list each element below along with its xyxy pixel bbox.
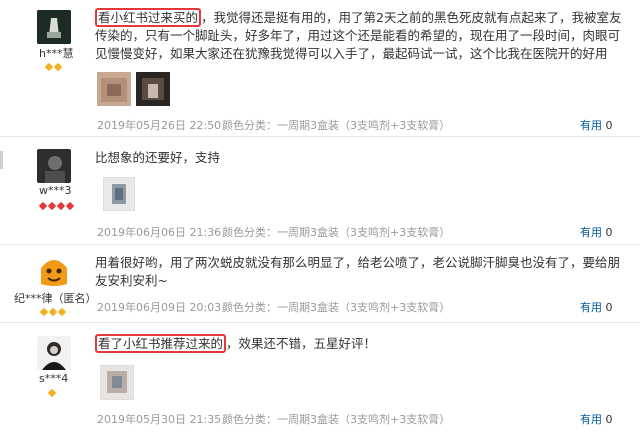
username: 纪***律（匿名） — [14, 292, 97, 305]
photo-thumbnail-icon — [136, 72, 170, 106]
review-meta: 2019年06月06日 21:36颜色分类：一周期3盒装（3支鸣剂+3支软膏） — [97, 224, 450, 240]
level-gem-icon — [47, 201, 57, 211]
review-text: ，效果还不错，五星好评！ — [226, 336, 377, 351]
review-date: 2019年06月06日 21:36 — [97, 226, 222, 239]
useful-label: 有用 — [580, 301, 602, 314]
user-level-badge — [47, 388, 57, 398]
level-gem-icon — [39, 307, 49, 317]
useful-label: 有用 — [580, 226, 602, 239]
highlighted-text: 看了小红书推荐过来的 — [95, 334, 227, 353]
useful-button[interactable]: 有用 0 — [580, 117, 613, 133]
useful-count: 0 — [605, 413, 613, 426]
avatar-image-icon — [37, 149, 71, 183]
username: w***3 — [39, 184, 72, 197]
avatar[interactable] — [37, 254, 71, 288]
review-meta: 2019年05月26日 22:50颜色分类：一周期3盒装（3支鸣剂+3支软膏） — [97, 117, 450, 133]
color-variant: 颜色分类：一周期3盒装（3支鸣剂+3支软膏） — [222, 301, 451, 314]
user-level-badge — [39, 307, 67, 317]
useful-button[interactable]: 有用 0 — [580, 411, 613, 427]
review-item: s***4 看了小红书推荐过来的 ，效果还不错，五星好评！ 2019年05月30日… — [0, 323, 640, 432]
level-gem-icon — [53, 62, 63, 72]
user-level-badge — [44, 62, 63, 72]
review-date: 2019年06月09日 20:03 — [97, 301, 222, 314]
avatar-image-icon — [37, 254, 71, 288]
review-content: 看小红书过来买的 ，我觉得还是挺有用的，用了第2天之前的黑色死皮就有点起来了，我被… — [95, 8, 630, 63]
photo-thumbnail-icon — [104, 178, 134, 210]
review-date: 2019年05月30日 21:35 — [97, 413, 222, 426]
review-meta: 2019年05月30日 21:35颜色分类：一周期3盒装（3支鸣剂+3支软膏） — [97, 411, 450, 427]
color-variant: 颜色分类：一周期3盒装（3支鸣剂+3支软膏） — [222, 413, 451, 426]
avatar[interactable] — [37, 10, 71, 44]
useful-count: 0 — [605, 119, 613, 132]
useful-button[interactable]: 有用 0 — [580, 224, 613, 240]
review-photo[interactable] — [97, 72, 131, 106]
user-level-badge — [38, 201, 75, 211]
useful-button[interactable]: 有用 0 — [580, 299, 613, 315]
review-photo[interactable] — [100, 365, 134, 400]
review-content: 用着很好哟，用了两次蜕皮就没有那么明显了，给老公喷了，老公说脚汗脚臭也没有了，要… — [95, 254, 625, 290]
avatar-image-icon — [37, 336, 71, 370]
review-content: 看了小红书推荐过来的 ，效果还不错，五星好评！ — [95, 334, 630, 353]
useful-label: 有用 — [580, 119, 602, 132]
level-gem-icon — [48, 307, 58, 317]
review-item: 纪***律（匿名） 用着很好哟，用了两次蜕皮就没有那么明显了，给老公喷了，老公说… — [0, 245, 640, 323]
review-text: 用着很好哟，用了两次蜕皮就没有那么明显了，给老公喷了，老公说脚汗脚臭也没有了，要… — [95, 255, 621, 288]
level-gem-icon — [56, 201, 66, 211]
highlighted-text: 看小红书过来买的 — [95, 8, 202, 27]
avatar-image-icon — [37, 10, 71, 44]
avatar[interactable] — [37, 149, 71, 183]
level-gem-icon — [57, 307, 67, 317]
review-photo[interactable] — [136, 72, 170, 106]
review-meta: 2019年06月09日 20:03颜色分类：一周期3盒装（3支鸣剂+3支软膏） — [97, 299, 450, 315]
useful-count: 0 — [605, 301, 613, 314]
color-variant: 颜色分类：一周期3盒装（3支鸣剂+3支软膏） — [222, 226, 451, 239]
level-gem-icon — [38, 201, 48, 211]
level-gem-icon — [44, 62, 54, 72]
row-marker — [0, 151, 3, 169]
photo-thumbnail-icon — [101, 366, 133, 399]
level-gem-icon — [47, 388, 57, 398]
color-variant: 颜色分类：一周期3盒装（3支鸣剂+3支软膏） — [222, 119, 451, 132]
review-photo[interactable] — [103, 177, 135, 211]
review-content: 比想象的还要好，支持 — [95, 149, 630, 167]
username: h***慧 — [39, 47, 74, 60]
username: s***4 — [39, 372, 69, 385]
avatar[interactable] — [37, 336, 71, 370]
review-text: 比想象的还要好，支持 — [95, 150, 221, 165]
useful-label: 有用 — [580, 413, 602, 426]
useful-count: 0 — [605, 226, 613, 239]
review-date: 2019年05月26日 22:50 — [97, 119, 222, 132]
photo-thumbnail-icon — [97, 72, 131, 106]
review-item: w***3 比想象的还要好，支持 2019年06月06日 21:36颜色分类：一… — [0, 137, 640, 245]
level-gem-icon — [65, 201, 75, 211]
review-item: h***慧 看小红书过来买的 ，我觉得还是挺有用的，用了第2天之前的黑色死皮就有点… — [0, 0, 640, 137]
